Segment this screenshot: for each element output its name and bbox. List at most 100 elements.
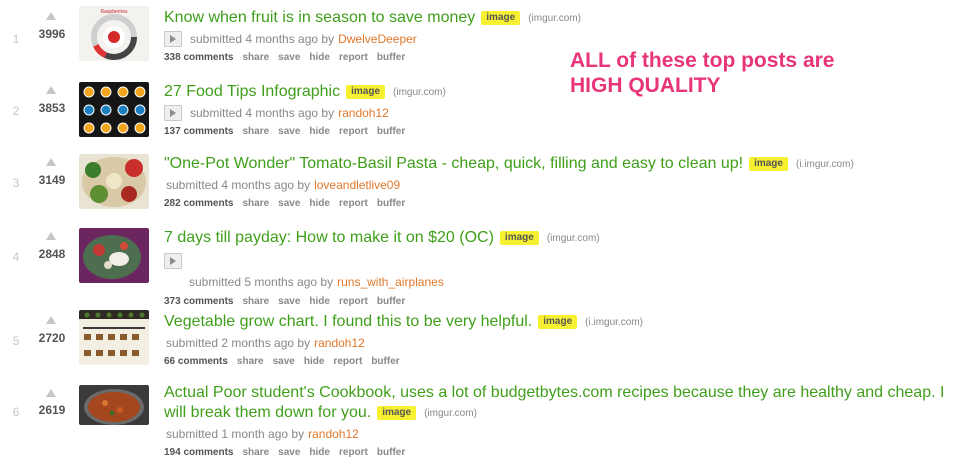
hide-link[interactable]: hide	[309, 126, 330, 137]
upvote-arrow-icon[interactable]	[46, 232, 56, 240]
upvote-arrow-icon[interactable]	[46, 12, 56, 20]
report-link[interactable]: report	[339, 126, 368, 137]
comments-link[interactable]: 338 comments	[164, 52, 233, 63]
post-thumbnail[interactable]	[79, 228, 149, 283]
share-link[interactable]: share	[242, 198, 269, 209]
submitted-text: submitted 4 months ago by	[190, 106, 335, 120]
buffer-link[interactable]: buffer	[377, 52, 405, 63]
post-title-link[interactable]: 27 Food Tips Infographic	[164, 83, 340, 100]
save-link[interactable]: save	[273, 356, 295, 367]
share-link[interactable]: share	[242, 296, 269, 307]
post-rank: 1	[12, 32, 20, 46]
food-tips-grid-thumbnail	[79, 82, 149, 137]
author-link[interactable]: randoh12	[338, 105, 389, 121]
post-title-link[interactable]: Vegetable grow chart. I found this to be…	[164, 313, 532, 330]
share-link[interactable]: share	[237, 356, 264, 367]
image-flair: image	[749, 157, 788, 171]
submitted-text: submitted 5 months ago by	[189, 275, 334, 289]
post-domain[interactable]: (imgur.com)	[424, 408, 477, 419]
image-flair: image	[499, 231, 539, 245]
post-entry: Vegetable grow chart. I found this to be…	[164, 312, 949, 368]
expand-play-icon[interactable]	[164, 253, 182, 269]
report-link[interactable]: report	[339, 296, 368, 307]
buffer-link[interactable]: buffer	[377, 447, 405, 458]
image-flair: image	[377, 406, 417, 420]
post-title-link[interactable]: Know when fruit is in season to save mon…	[164, 9, 475, 26]
image-flair: image	[481, 11, 521, 25]
comments-link[interactable]: 373 comments	[164, 296, 233, 307]
save-link[interactable]: save	[278, 296, 300, 307]
post-domain[interactable]: (imgur.com)	[528, 13, 581, 24]
hide-link[interactable]: hide	[309, 296, 330, 307]
buffer-link[interactable]: buffer	[371, 356, 399, 367]
upvote-arrow-icon[interactable]	[46, 389, 56, 397]
post-score: 3149	[38, 173, 66, 187]
post-thumbnail[interactable]	[79, 154, 149, 209]
post-rank: 6	[12, 405, 20, 419]
expand-play-icon[interactable]	[164, 105, 182, 121]
hide-link[interactable]: hide	[309, 198, 330, 209]
comments-link[interactable]: 66 comments	[164, 356, 228, 367]
image-flair: image	[346, 85, 386, 99]
post-domain[interactable]: (i.imgur.com)	[796, 159, 854, 170]
upvote-arrow-icon[interactable]	[46, 86, 56, 94]
post-thumbnail[interactable]: Raspberries	[79, 6, 149, 61]
share-link[interactable]: share	[242, 126, 269, 137]
post-domain[interactable]: (imgur.com)	[393, 87, 446, 98]
hide-link[interactable]: hide	[304, 356, 325, 367]
submitted-text: submitted 2 months ago by	[166, 336, 311, 350]
comments-link[interactable]: 194 comments	[164, 447, 233, 458]
post-score: 2848	[38, 247, 66, 261]
buffer-link[interactable]: buffer	[377, 126, 405, 137]
fruit-wheel-thumbnail: Raspberries	[79, 6, 149, 61]
post-entry: 27 Food Tips Infographic image (imgur.com)…	[164, 82, 949, 138]
hide-link[interactable]: hide	[309, 52, 330, 63]
stew-pot-thumbnail	[79, 385, 149, 425]
post-domain[interactable]: (i.imgur.com)	[585, 317, 643, 328]
upvote-arrow-icon[interactable]	[46, 316, 56, 324]
author-link[interactable]: randoh12	[308, 426, 359, 442]
meal-plate-thumbnail	[79, 228, 149, 283]
post-rank: 5	[12, 334, 20, 348]
save-link[interactable]: save	[278, 52, 300, 63]
post-entry: "One-Pot Wonder" Tomato-Basil Pasta - ch…	[164, 154, 949, 210]
submitted-text: submitted 4 months ago by	[190, 32, 335, 46]
post-rank: 2	[12, 104, 20, 118]
post-entry: Actual Poor student's Cookbook, uses a l…	[164, 383, 949, 459]
report-link[interactable]: report	[333, 356, 362, 367]
hide-link[interactable]: hide	[309, 447, 330, 458]
report-link[interactable]: report	[339, 198, 368, 209]
post-score: 3853	[38, 101, 66, 115]
comments-link[interactable]: 137 comments	[164, 126, 233, 137]
author-link[interactable]: randoh12	[314, 335, 365, 351]
upvote-arrow-icon[interactable]	[46, 158, 56, 166]
post-title-link[interactable]: Actual Poor student's Cookbook, uses a l…	[164, 384, 944, 421]
author-link[interactable]: DwelveDeeper	[338, 31, 417, 47]
post-thumbnail[interactable]	[79, 385, 149, 425]
post-domain[interactable]: (imgur.com)	[547, 233, 600, 244]
post-title-link[interactable]: 7 days till payday: How to make it on $2…	[164, 229, 494, 246]
report-link[interactable]: report	[339, 52, 368, 63]
expand-play-icon[interactable]	[164, 31, 182, 47]
buffer-link[interactable]: buffer	[377, 296, 405, 307]
report-link[interactable]: report	[339, 447, 368, 458]
post-thumbnail[interactable]	[79, 82, 149, 137]
author-link[interactable]: loveandletlive09	[314, 177, 400, 193]
save-link[interactable]: save	[278, 447, 300, 458]
post-thumbnail[interactable]	[79, 310, 149, 365]
grow-chart-thumbnail	[79, 310, 149, 365]
author-link[interactable]: runs_with_airplanes	[337, 274, 444, 290]
post-title-link[interactable]: "One-Pot Wonder" Tomato-Basil Pasta - ch…	[164, 155, 743, 172]
image-flair: image	[538, 315, 578, 329]
share-link[interactable]: share	[242, 447, 269, 458]
save-link[interactable]: save	[278, 126, 300, 137]
buffer-link[interactable]: buffer	[377, 198, 405, 209]
save-link[interactable]: save	[278, 198, 300, 209]
comments-link[interactable]: 282 comments	[164, 198, 233, 209]
post-rank: 3	[12, 176, 20, 190]
share-link[interactable]: share	[242, 52, 269, 63]
submitted-text: submitted 4 months ago by	[166, 178, 311, 192]
post-rank: 4	[12, 250, 20, 264]
post-entry: 7 days till payday: How to make it on $2…	[164, 228, 949, 308]
post-entry: Know when fruit is in season to save mon…	[164, 8, 949, 64]
